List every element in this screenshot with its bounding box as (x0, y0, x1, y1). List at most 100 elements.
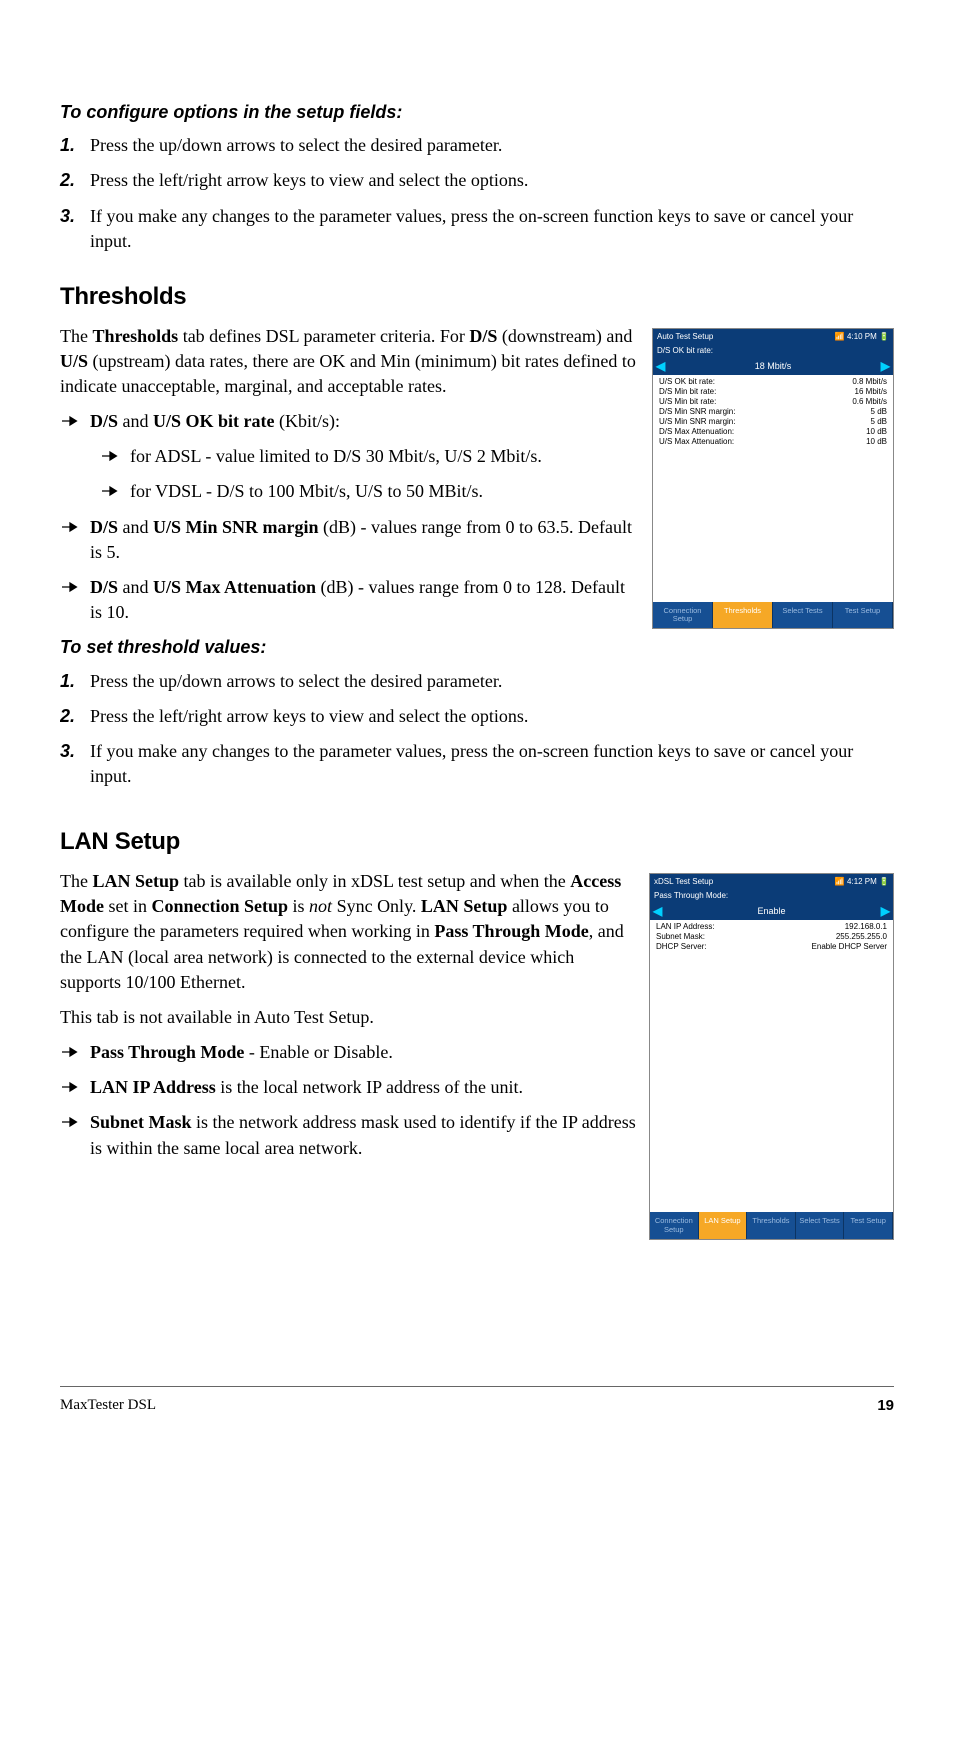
shot2-title: xDSL Test Setup (654, 876, 713, 887)
bullet-arrow-icon (60, 575, 90, 625)
row-value: 10 dB (866, 427, 887, 437)
bullet-arrow-icon (100, 444, 130, 469)
shot-tab: Test Setup (844, 1212, 893, 1239)
list-item: 2.Press the left/right arrow keys to vie… (60, 704, 894, 729)
sub-vdsl: for VDSL - D/S to 100 Mbit/s, U/S to 50 … (130, 479, 640, 504)
list-number: 1. (60, 669, 90, 694)
shot1-title: Auto Test Setup (657, 331, 713, 342)
shot-tab: Connection Setup (650, 1212, 699, 1239)
shot-tab: Thresholds (747, 1212, 796, 1239)
row-label: U/S Max Attenuation: (659, 437, 734, 447)
row-label: D/S Min SNR margin: (659, 407, 735, 417)
row-label: U/S Min SNR margin: (659, 417, 735, 427)
set-thresholds-list: 1.Press the up/down arrows to select the… (60, 669, 894, 790)
shot2-time: 📶 4:12 PM 🔋 (835, 876, 889, 887)
list-item: 3.If you make any changes to the paramet… (60, 204, 894, 254)
bullet-ok-bitrate: D/S and U/S OK bit rate (Kbit/s): (90, 409, 640, 434)
shot1-field-label: D/S OK bit rate: (653, 344, 893, 357)
list-text: Press the up/down arrows to select the d… (90, 669, 894, 694)
list-text: Press the left/right arrow keys to view … (90, 704, 894, 729)
caret-left-icon: ◀ (653, 903, 662, 920)
row-value: 5 dB (871, 417, 887, 427)
shot-tab: Select Tests (773, 602, 833, 629)
page-footer: MaxTester DSL 19 (60, 1386, 894, 1416)
row-label: D/S Min bit rate: (659, 387, 716, 397)
list-item: 1.Press the up/down arrows to select the… (60, 133, 894, 158)
list-item: 3.If you make any changes to the paramet… (60, 739, 894, 789)
shot1-value-text: 18 Mbit/s (755, 360, 792, 373)
caret-right-icon: ▶ (881, 903, 890, 920)
list-number: 2. (60, 168, 90, 193)
thresholds-heading: Thresholds (60, 280, 894, 314)
list-text: If you make any changes to the parameter… (90, 204, 894, 254)
screenshot-thresholds: Auto Test Setup 📶 4:10 PM 🔋 D/S OK bit r… (652, 328, 894, 630)
lan-setup-heading: LAN Setup (60, 825, 894, 859)
row-value: 5 dB (871, 407, 887, 417)
list-item: 2.Press the left/right arrow keys to vie… (60, 168, 894, 193)
row-value: 16 Mbit/s (855, 387, 887, 397)
list-text: Press the left/right arrow keys to view … (90, 168, 894, 193)
list-number: 3. (60, 739, 90, 789)
shot1-rows: U/S OK bit rate:0.8 Mbit/sD/S Min bit ra… (653, 375, 893, 602)
shot-row: D/S Max Attenuation: 10 dB (653, 427, 893, 437)
shot-row: LAN IP Address: 192.168.0.1 (650, 922, 893, 932)
shot-tab: Connection Setup (653, 602, 713, 629)
row-label: Subnet Mask: (656, 932, 705, 942)
row-label: U/S Min bit rate: (659, 397, 716, 407)
caret-right-icon: ▶ (881, 358, 890, 375)
bullet-pass-through: Pass Through Mode - Enable or Disable. (90, 1040, 637, 1065)
shot2-rows: LAN IP Address: 192.168.0.1 Subnet Mask: 25… (650, 920, 893, 1212)
list-number: 3. (60, 204, 90, 254)
shot2-selected-value: ◀ Enable ▶ (650, 902, 893, 920)
list-number: 2. (60, 704, 90, 729)
shot-row: D/S Min bit rate: 16 Mbit/s (653, 387, 893, 397)
list-number: 1. (60, 133, 90, 158)
screenshot-lan-setup: xDSL Test Setup 📶 4:12 PM 🔋 Pass Through… (649, 873, 894, 1240)
shot-row: DHCP Server: Enable DHCP Server (650, 942, 893, 952)
bullet-attenuation: D/S and U/S Max Attenuation (dB) - value… (90, 575, 640, 625)
shot-row: U/S Max Attenuation: 10 dB (653, 437, 893, 447)
shot-tab: LAN Setup (699, 1212, 748, 1239)
footer-product: MaxTester DSL (60, 1395, 156, 1416)
bullet-subnet-mask: Subnet Mask is the network address mask … (90, 1110, 637, 1160)
list-text: If you make any changes to the parameter… (90, 739, 894, 789)
shot-row: U/S Min bit rate: 0.6 Mbit/s (653, 397, 893, 407)
caret-left-icon: ◀ (656, 358, 665, 375)
shot-tab: Select Tests (796, 1212, 845, 1239)
set-thresholds-heading: To set threshold values: (60, 635, 894, 660)
row-value: 0.8 Mbit/s (852, 377, 887, 387)
list-text: Press the up/down arrows to select the d… (90, 133, 894, 158)
footer-page-number: 19 (877, 1395, 894, 1416)
row-value: 192.168.0.1 (845, 922, 887, 932)
bullet-arrow-icon (60, 1075, 90, 1100)
row-value: 255.255.255.0 (836, 932, 887, 942)
bullet-snr: D/S and U/S Min SNR margin (dB) - values… (90, 515, 640, 565)
bullet-arrow-icon (60, 1040, 90, 1065)
row-label: U/S OK bit rate: (659, 377, 715, 387)
shot-row: Subnet Mask: 255.255.255.0 (650, 932, 893, 942)
shot1-selected-value: ◀ 18 Mbit/s ▶ (653, 357, 893, 375)
bullet-arrow-icon (60, 515, 90, 565)
row-label: LAN IP Address: (656, 922, 715, 932)
shot2-field-label: Pass Through Mode: (650, 889, 893, 902)
shot-tab: Thresholds (713, 602, 773, 629)
row-label: DHCP Server: (656, 942, 707, 952)
row-value: 0.6 Mbit/s (852, 397, 887, 407)
shot-row: U/S Min SNR margin: 5 dB (653, 417, 893, 427)
bullet-arrow-icon (100, 479, 130, 504)
row-value: Enable DHCP Server (812, 942, 887, 952)
row-value: 10 dB (866, 437, 887, 447)
shot1-tabs: Connection SetupThresholdsSelect TestsTe… (653, 602, 893, 629)
shot2-value-text: Enable (757, 905, 785, 918)
row-label: D/S Max Attenuation: (659, 427, 734, 437)
config-options-list: 1.Press the up/down arrows to select the… (60, 133, 894, 254)
bullet-arrow-icon (60, 409, 90, 434)
shot-row: U/S OK bit rate: 0.8 Mbit/s (653, 377, 893, 387)
bullet-lan-ip: LAN IP Address is the local network IP a… (90, 1075, 637, 1100)
shot-row: D/S Min SNR margin: 5 dB (653, 407, 893, 417)
shot2-tabs: Connection SetupLAN SetupThresholdsSelec… (650, 1212, 893, 1239)
list-item: 1.Press the up/down arrows to select the… (60, 669, 894, 694)
sub-adsl: for ADSL - value limited to D/S 30 Mbit/… (130, 444, 640, 469)
shot-tab: Test Setup (833, 602, 893, 629)
bullet-arrow-icon (60, 1110, 90, 1160)
